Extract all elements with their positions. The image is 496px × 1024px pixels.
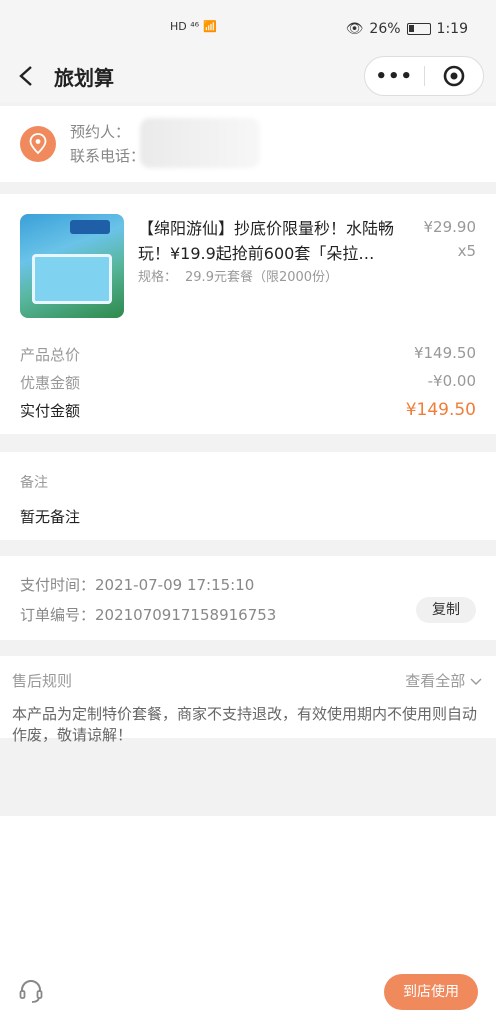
total-price-row: 产品总价 ¥149.50	[20, 344, 476, 365]
thumb-tent	[70, 220, 110, 234]
aftersale-text: 本产品为定制特价套餐，商家不支持退改，有效使用期内不使用则自动作废，敬请谅解！	[12, 705, 478, 744]
paid-row: 实付金额 ¥149.50	[20, 400, 476, 421]
target-icon	[443, 65, 465, 87]
chevron-down-icon	[470, 678, 482, 685]
order-info-card: 支付时间：2021-07-09 17:15:10 订单编号：2021070917…	[0, 556, 496, 640]
close-target-button[interactable]	[425, 64, 484, 88]
product-title[interactable]: 【绵阳游仙】抄底价限量秒！水陆畅玩！¥19.9起抢前600套「朵拉…	[138, 216, 400, 266]
discount-label: 优惠金额	[20, 374, 81, 392]
total-price-label: 产品总价	[20, 346, 81, 364]
signal-icons: HD ⁴⁶ 📶	[170, 20, 217, 33]
view-all-link[interactable]: 查看全部	[405, 670, 482, 691]
view-all-label: 查看全部	[405, 672, 466, 690]
contact-card: 预约人： 联系电话：	[0, 106, 496, 182]
booker-label: 预约人：	[70, 123, 131, 141]
location-icon	[20, 126, 56, 162]
pay-time: 支付时间：2021-07-09 17:15:10	[20, 576, 255, 594]
order-number: 订单编号：2021070917158916753	[20, 606, 277, 624]
discount-value: -¥0.00	[427, 372, 476, 390]
thumb-pool	[32, 254, 112, 304]
remark-text: 暂无备注	[20, 508, 81, 526]
phone-label: 联系电话：	[70, 147, 146, 165]
battery-icon	[406, 23, 431, 35]
remark-title: 备注	[20, 475, 48, 491]
aftersale-title: 售后规则	[12, 672, 73, 690]
more-button[interactable]: •••	[365, 66, 424, 87]
spec-label: 规格：	[138, 270, 178, 285]
contact-text: 预约人： 联系电话：	[70, 120, 145, 168]
nav-bar: 旅划算 •••	[0, 50, 496, 102]
page-title: 旅划算	[54, 65, 114, 90]
product-spec: 规格： 29.9元套餐（限2000份）	[138, 266, 338, 285]
status-right: 👁 26% 1:19	[346, 21, 468, 37]
paid-value: ¥149.50	[405, 400, 476, 420]
redacted-info	[140, 118, 260, 168]
battery-percent: 26%	[369, 21, 401, 37]
eye-icon: 👁	[345, 21, 364, 37]
total-price-value: ¥149.50	[413, 344, 476, 362]
remark-card: 备注 暂无备注	[0, 452, 496, 540]
aftersale-card: 售后规则 查看全部 本产品为定制特价套餐，商家不支持退改，有效使用期内不使用则自…	[0, 656, 496, 744]
clock: 1:19	[436, 21, 468, 37]
paid-label: 实付金额	[20, 402, 81, 420]
back-icon[interactable]	[4, 54, 48, 98]
spec-value: 29.9元套餐（限2000份）	[185, 270, 339, 285]
use-at-store-button[interactable]: 到店使用	[384, 974, 478, 1010]
product-thumbnail[interactable]	[20, 214, 124, 318]
mini-program-capsule: •••	[364, 56, 484, 96]
product-quantity: x5	[457, 242, 476, 260]
customer-service-icon[interactable]	[18, 978, 44, 1004]
copy-button[interactable]: 复制	[416, 597, 476, 623]
discount-row: 优惠金额 -¥0.00	[20, 372, 476, 393]
order-card: 【绵阳游仙】抄底价限量秒！水陆畅玩！¥19.9起抢前600套「朵拉… ¥29.9…	[0, 194, 496, 434]
signal-text: HD ⁴⁶	[170, 20, 200, 33]
product-price: ¥29.90	[423, 218, 477, 236]
wifi-icon: 📶	[203, 20, 217, 33]
